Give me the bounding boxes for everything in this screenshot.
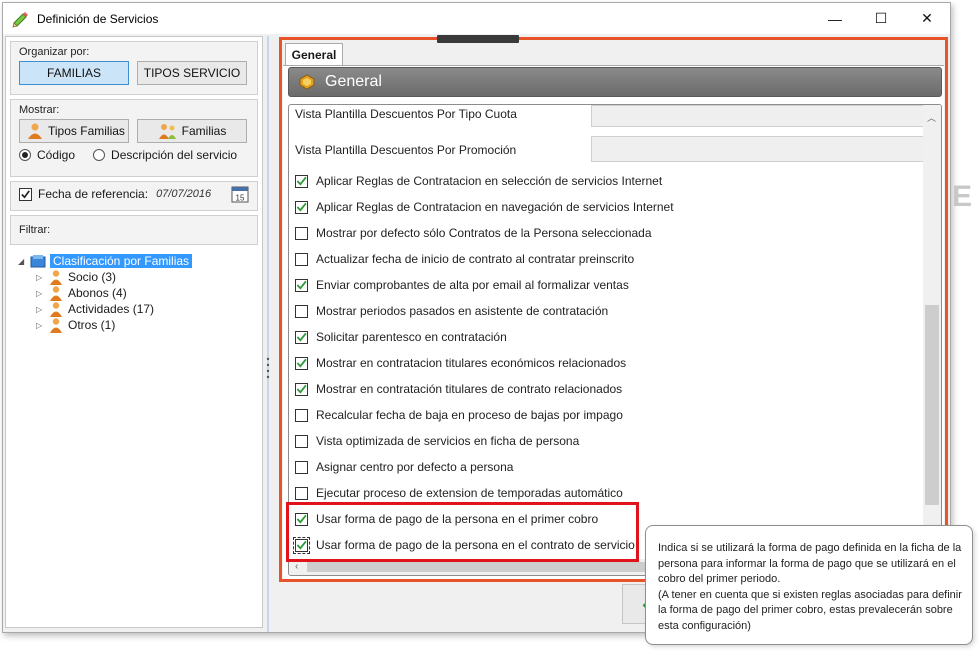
tooltip-text-1: Indica si se utilizará la forma de pago … <box>658 542 962 585</box>
help-tooltip: Indica si se utilizará la forma de pago … <box>645 525 973 645</box>
calendar-day: 15 <box>236 194 245 203</box>
window-title: Definición de Servicios <box>37 11 159 26</box>
pencil-icon <box>12 11 28 28</box>
reference-date-input[interactable]: 07/07/2016 <box>156 188 211 200</box>
tree-item-label: Otros (1) <box>68 318 116 332</box>
family-icon <box>158 124 176 139</box>
tipos-familias-label: Tipos Familias <box>48 124 125 138</box>
familias-button[interactable]: FAMILIAS <box>19 61 129 85</box>
person-icon <box>50 270 62 285</box>
expand-arrow-icon[interactable]: ▷ <box>36 273 48 282</box>
tree-item-socio[interactable]: ▷ Socio (3) <box>18 269 262 285</box>
family-tree: ◢ Clasificación por Familias ▷ Socio (3)… <box>6 245 262 333</box>
organize-group: Organizar por: FAMILIAS TIPOS SERVICIO <box>10 41 258 95</box>
tree-item-label: Socio (3) <box>68 270 117 284</box>
tree-item-actividades[interactable]: ▷ Actividades (17) <box>18 301 262 317</box>
annotation-red-box <box>286 502 639 562</box>
reference-date-group: Fecha de referencia: 07/07/2016 15 <box>10 181 258 211</box>
top-grip-handle[interactable] <box>437 35 519 43</box>
expand-arrow-icon[interactable]: ▷ <box>36 321 48 330</box>
minimize-button[interactable]: — <box>812 3 858 34</box>
person-icon <box>50 302 62 317</box>
title-bar: Definición de Servicios — ☐ ✕ <box>3 3 950 34</box>
descripcion-label: Descripción del servicio <box>111 148 238 162</box>
person-icon <box>50 286 62 301</box>
filter-group: Filtrar: <box>10 215 258 245</box>
tipos-servicio-button[interactable]: TIPOS SERVICIO <box>137 61 247 85</box>
tipos-familias-button[interactable]: Tipos Familias <box>19 119 129 143</box>
reference-date-label: Fecha de referencia: <box>38 187 149 201</box>
descripcion-radio[interactable] <box>93 149 106 161</box>
tree-item-label: Abonos (4) <box>68 286 127 300</box>
person-icon <box>28 123 42 139</box>
show-group: Mostrar: Tipos Familias Familias Código … <box>10 99 258 177</box>
person-icon <box>50 318 62 333</box>
tree-root[interactable]: ◢ Clasificación por Familias <box>18 253 262 269</box>
codigo-radio[interactable] <box>19 149 31 161</box>
organize-label: Organizar por: <box>19 46 90 58</box>
reference-date-checkbox[interactable] <box>19 187 32 201</box>
expand-arrow-icon[interactable]: ▷ <box>36 305 48 314</box>
filter-label[interactable]: Filtrar: <box>19 224 249 236</box>
background-letter: E <box>952 180 973 213</box>
maximize-button[interactable]: ☐ <box>858 3 904 34</box>
classification-icon <box>30 255 46 268</box>
annotation-orange-frame <box>279 37 948 582</box>
tree-item-abonos[interactable]: ▷ Abonos (4) <box>18 285 262 301</box>
splitter-line <box>267 36 269 632</box>
familias-view-button[interactable]: Familias <box>137 119 247 143</box>
close-button[interactable]: ✕ <box>904 3 950 34</box>
left-panel: Organizar por: FAMILIAS TIPOS SERVICIO M… <box>5 36 263 628</box>
collapse-arrow-icon[interactable]: ◢ <box>18 257 30 266</box>
show-label: Mostrar: <box>19 104 60 116</box>
panel-splitter[interactable] <box>264 36 273 632</box>
tooltip-text-2: (A tener en cuenta que si existen reglas… <box>658 588 962 632</box>
familias-view-label: Familias <box>181 124 227 138</box>
tree-item-label: Actividades (17) <box>68 302 155 316</box>
expand-arrow-icon[interactable]: ▷ <box>36 289 48 298</box>
tree-root-label[interactable]: Clasificación por Familias <box>50 254 193 268</box>
calendar-icon[interactable]: 15 <box>231 185 249 203</box>
grip-dots-icon[interactable] <box>266 356 270 380</box>
codigo-label: Código <box>37 148 76 162</box>
tree-item-otros[interactable]: ▷ Otros (1) <box>18 317 262 333</box>
